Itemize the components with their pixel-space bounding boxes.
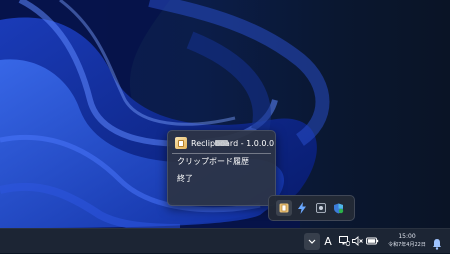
tray-overflow-flyout	[268, 195, 355, 221]
system-clock[interactable]: 15:00 令和7年4月22日	[384, 232, 430, 252]
tray-item-lightning[interactable]	[294, 200, 310, 216]
lightning-icon	[298, 202, 307, 214]
tooltip-overlay	[215, 140, 228, 146]
notification-bell-icon[interactable]	[432, 235, 442, 254]
app-title: Reclipboard - 1.0.0.0	[191, 138, 275, 148]
reclipboard-icon	[279, 203, 289, 213]
menu-item-exit[interactable]: 終了	[177, 173, 193, 184]
tray-context-menu: Reclipboard - 1.0.0.0 クリップボード履歴 終了	[167, 130, 276, 206]
tray-item-security[interactable]	[331, 200, 347, 216]
ime-indicator[interactable]: A	[323, 234, 333, 249]
chevron-down-icon	[308, 239, 316, 244]
clock-date: 令和7年4月22日	[388, 242, 426, 248]
app-icon	[315, 203, 326, 213]
reclipboard-icon	[175, 137, 187, 149]
network-icon[interactable]	[339, 236, 350, 246]
battery-icon[interactable]	[366, 236, 379, 246]
tray-item-reclipboard[interactable]	[276, 200, 293, 216]
volume-muted-icon[interactable]	[352, 236, 363, 246]
menu-separator	[172, 153, 271, 154]
show-hidden-icons-button[interactable]	[304, 233, 320, 250]
taskbar: A 15:00 令和7年4月22日	[0, 228, 450, 253]
tray-item-app[interactable]	[313, 200, 329, 216]
menu-item-clipboard-history[interactable]: クリップボード履歴	[177, 156, 249, 167]
shield-icon	[334, 203, 344, 213]
clock-time: 15:00	[398, 233, 416, 240]
